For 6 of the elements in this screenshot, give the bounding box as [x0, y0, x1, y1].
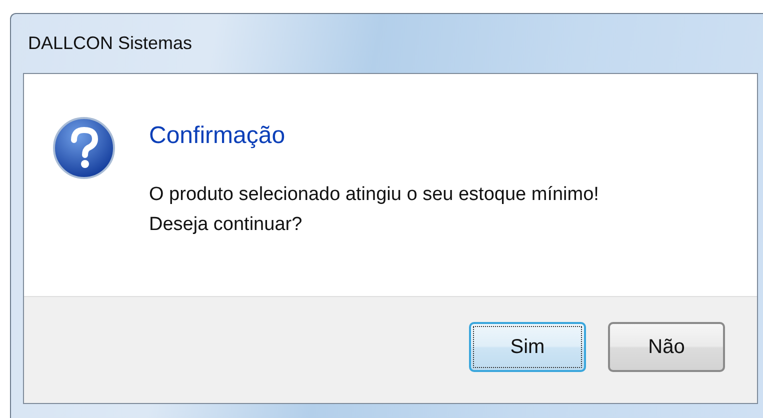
- dialog-heading: Confirmação: [149, 122, 286, 150]
- window-title: DALLCON Sistemas: [28, 33, 192, 54]
- dialog-message: O produto selecionado atingiu o seu estoque mínimo! Deseja continuar?: [149, 183, 600, 237]
- question-icon: [52, 116, 116, 180]
- dialog-button[interactable]: Não: [608, 322, 725, 372]
- dialog-button[interactable]: Sim: [469, 322, 586, 372]
